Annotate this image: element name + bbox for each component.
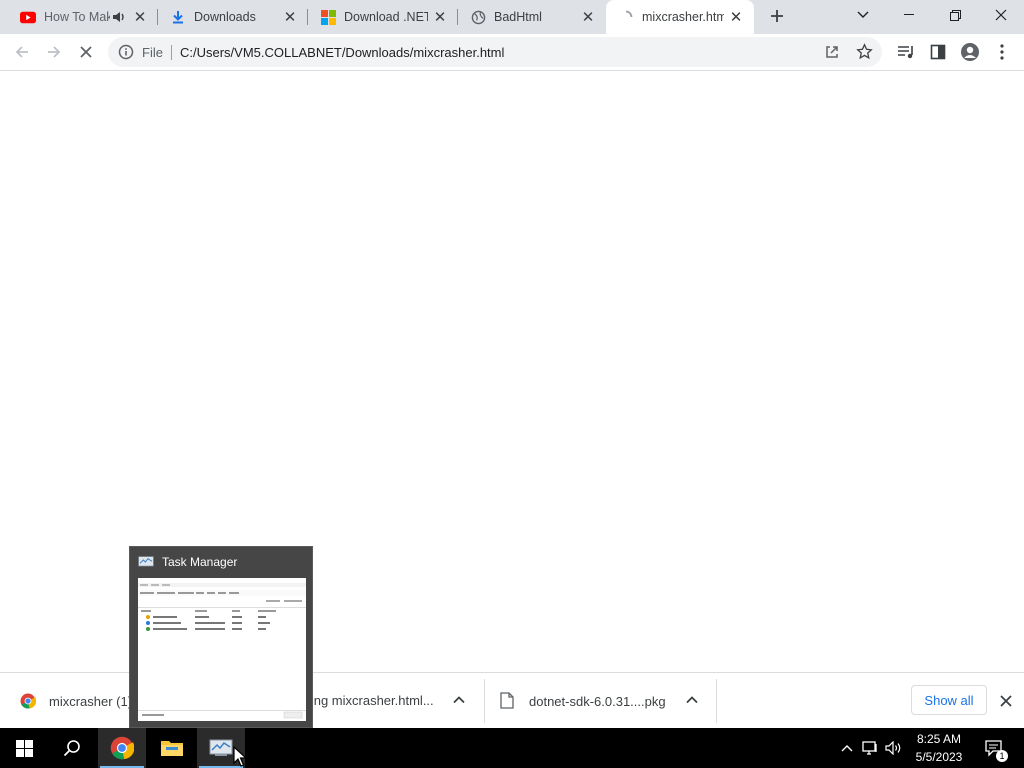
close-shelf-button[interactable] xyxy=(996,691,1016,711)
file-icon xyxy=(500,692,516,710)
tab-title: Downloads xyxy=(194,10,256,24)
network-icon[interactable] xyxy=(860,728,882,768)
start-button[interactable] xyxy=(0,728,48,768)
close-window-button[interactable] xyxy=(978,0,1024,30)
globe-icon xyxy=(470,9,486,25)
tab-title: mixcrasher.html xyxy=(642,10,724,24)
tab-strip: How To Make ✕ Downloads ✕ Download .NET … xyxy=(0,0,1024,34)
close-icon[interactable]: ✕ xyxy=(580,9,596,26)
download-filename: dotnet-sdk-6.0.31....pkg xyxy=(529,693,666,709)
forward-button[interactable] xyxy=(38,36,70,68)
minimize-button[interactable] xyxy=(886,0,932,30)
notification-count-badge: 1 xyxy=(996,750,1008,762)
download-icon xyxy=(170,9,186,25)
tab-downloads[interactable]: Downloads ✕ xyxy=(158,0,308,34)
back-button[interactable] xyxy=(6,36,38,68)
tab-title: How To Make xyxy=(44,10,110,24)
chevron-up-icon[interactable] xyxy=(685,693,701,709)
chrome-icon xyxy=(110,736,134,760)
chevron-up-icon[interactable] xyxy=(452,693,468,709)
restore-button[interactable] xyxy=(932,0,978,30)
show-all-button[interactable]: Show all xyxy=(911,685,987,715)
notifications-button[interactable]: 1 xyxy=(980,728,1008,768)
stop-loading-button[interactable] xyxy=(70,36,102,68)
system-clock[interactable]: 8:25 AM 5/5/2023 xyxy=(906,730,972,766)
info-icon[interactable] xyxy=(118,44,134,60)
url-text[interactable]: C:/Users/VM5.COLLABNET/Downloads/mixcras… xyxy=(180,45,504,60)
task-manager-icon xyxy=(138,555,154,571)
loading-spinner-icon xyxy=(618,9,634,25)
mouse-cursor-icon xyxy=(233,745,248,768)
download-status: ...ing mixcrasher.html... xyxy=(300,693,434,708)
close-icon[interactable]: ✕ xyxy=(282,9,298,26)
tab-mixcrasher[interactable]: mixcrasher.html ✕ xyxy=(606,0,754,34)
task-manager-preview[interactable]: Task Manager xyxy=(129,546,313,728)
share-icon[interactable] xyxy=(824,44,840,63)
menu-kebab-icon[interactable] xyxy=(986,36,1018,68)
shelf-divider xyxy=(484,679,485,723)
search-button[interactable] xyxy=(48,728,96,768)
task-manager-thumbnail xyxy=(138,578,306,721)
omnibox[interactable]: File C:/Users/VM5.COLLABNET/Downloads/mi… xyxy=(108,37,882,67)
tab-badhtml[interactable]: BadHtml ✕ xyxy=(458,0,606,34)
youtube-icon xyxy=(20,9,36,25)
profile-avatar-icon[interactable] xyxy=(954,36,986,68)
taskbar: 8:25 AM 5/5/2023 1 xyxy=(0,728,1024,768)
download-filename: mixcrasher (1) xyxy=(49,693,133,709)
tab-how-to-make[interactable]: How To Make ✕ xyxy=(8,0,158,34)
preview-title: Task Manager xyxy=(162,555,238,569)
tab-title: Download .NET xyxy=(344,10,428,24)
task-manager-icon xyxy=(209,739,233,756)
tab-download-net[interactable]: Download .NET ✕ xyxy=(308,0,458,34)
new-tab-button[interactable] xyxy=(761,0,793,32)
taskbar-file-explorer-button[interactable] xyxy=(148,728,196,768)
media-controls-icon[interactable] xyxy=(890,36,922,68)
tab-title: BadHtml xyxy=(494,10,542,24)
close-icon[interactable]: ✕ xyxy=(728,9,744,26)
close-icon[interactable]: ✕ xyxy=(132,9,148,26)
chrome-icon xyxy=(20,693,36,709)
speaker-icon[interactable] xyxy=(112,11,128,23)
folder-icon xyxy=(161,741,183,756)
omnibox-divider xyxy=(171,45,172,60)
scheme-label: File xyxy=(142,45,163,60)
microsoft-icon xyxy=(320,9,336,25)
clock-date: 5/5/2023 xyxy=(915,750,963,764)
volume-icon[interactable] xyxy=(884,728,904,768)
bookmark-star-icon[interactable] xyxy=(856,43,873,63)
side-panel-icon[interactable] xyxy=(922,36,954,68)
screen: How To Make ✕ Downloads ✕ Download .NET … xyxy=(0,0,1024,768)
toolbar: File C:/Users/VM5.COLLABNET/Downloads/mi… xyxy=(0,34,1024,71)
download-item-dotnet-sdk[interactable]: dotnet-sdk-6.0.31....pkg xyxy=(500,673,680,729)
close-icon[interactable]: ✕ xyxy=(432,9,448,26)
taskbar-chrome-button[interactable] xyxy=(98,728,146,768)
clock-time: 8:25 AM xyxy=(916,732,962,746)
tab-search-button[interactable] xyxy=(840,0,886,30)
chevron-up-icon[interactable] xyxy=(838,728,856,768)
shelf-divider xyxy=(716,679,717,723)
